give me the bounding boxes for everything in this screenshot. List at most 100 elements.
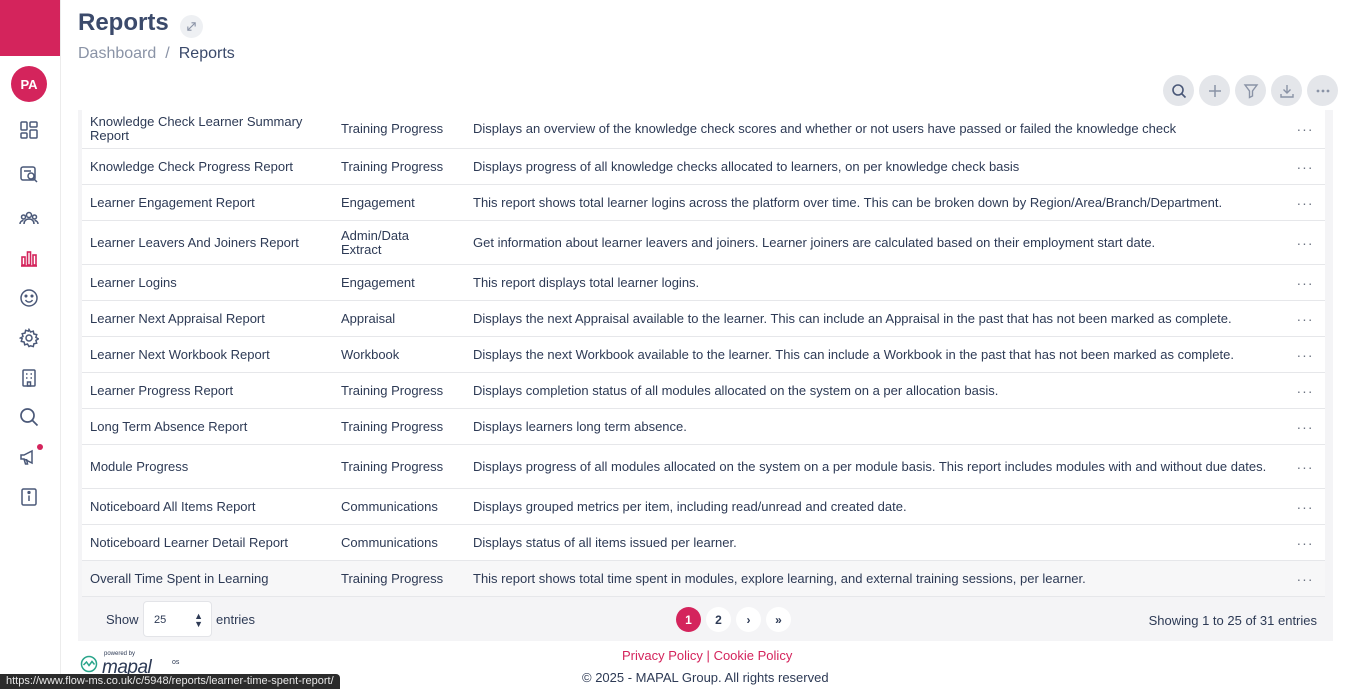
report-name[interactable]: Knowledge Check Learner Summary Report: [82, 115, 341, 143]
report-name[interactable]: Long Term Absence Report: [82, 419, 341, 434]
notification-dot: [37, 444, 43, 450]
more-button[interactable]: [1307, 75, 1338, 106]
add-button[interactable]: [1199, 75, 1230, 106]
announcements-icon[interactable]: [18, 444, 43, 468]
copyright: © 2025 - MAPAL Group. All rights reserve…: [582, 670, 829, 685]
policy-divider: |: [706, 648, 710, 663]
page-size-select[interactable]: 25 ▲ ▼: [143, 601, 212, 637]
row-menu-button[interactable]: ···: [1285, 347, 1325, 363]
avatar[interactable]: PA: [11, 66, 47, 102]
report-category: Engagement: [341, 194, 415, 210]
report-name[interactable]: Learner Progress Report: [82, 383, 341, 398]
row-menu-button[interactable]: ···: [1285, 159, 1325, 175]
report-category: Training Progress: [341, 458, 444, 474]
row-menu-button[interactable]: ···: [1285, 419, 1325, 435]
row-menu-button[interactable]: ···: [1285, 535, 1325, 551]
table-row[interactable]: Learner Progress Report Training Progres…: [82, 373, 1325, 409]
report-category: Workbook: [341, 346, 400, 362]
download-button[interactable]: [1271, 75, 1302, 106]
powered-by-logo[interactable]: powered by mapal os: [80, 651, 190, 678]
report-description: Displays learners long term absence.: [473, 418, 687, 434]
row-menu-button[interactable]: ···: [1285, 121, 1325, 137]
settings-icon[interactable]: [18, 327, 40, 349]
page-title: Reports: [78, 9, 169, 36]
breadcrumb-dashboard[interactable]: Dashboard: [78, 45, 156, 63]
table-row[interactable]: Learner Next Appraisal Report Appraisal …: [82, 301, 1325, 337]
download-icon: [1279, 84, 1294, 98]
report-name[interactable]: Learner Next Appraisal Report: [82, 311, 341, 326]
row-menu-button[interactable]: ···: [1285, 383, 1325, 399]
reports-table: Knowledge Check Learner Summary Report T…: [78, 110, 1333, 641]
report-description: This report displays total learner login…: [473, 274, 700, 290]
brand-suffix: os: [172, 659, 180, 666]
reports-icon[interactable]: [18, 247, 40, 269]
report-name[interactable]: Learner Next Workbook Report: [82, 347, 341, 362]
entries-label: entries: [216, 612, 256, 627]
row-menu-button[interactable]: ···: [1285, 311, 1325, 327]
table-row[interactable]: Learner Logins Engagement This report di…: [82, 265, 1325, 301]
policy-links: Privacy Policy | Cookie Policy: [622, 648, 792, 663]
report-description: Displays progress of all knowledge check…: [473, 158, 1020, 174]
report-name[interactable]: Overall Time Spent in Learning: [82, 571, 341, 586]
report-name[interactable]: Module Progress: [82, 459, 341, 474]
table-row[interactable]: Knowledge Check Progress Report Training…: [82, 149, 1325, 185]
privacy-policy-link[interactable]: Privacy Policy: [622, 648, 703, 663]
page-2-button[interactable]: 2: [706, 607, 731, 632]
row-menu-button[interactable]: ···: [1285, 195, 1325, 211]
report-category: Admin/Data Extract: [341, 227, 409, 257]
row-menu-button[interactable]: ···: [1285, 275, 1325, 291]
report-category: Appraisal: [341, 310, 396, 326]
report-category: Training Progress: [341, 382, 444, 398]
status-bar-url: https://www.flow-ms.co.uk/c/5948/reports…: [0, 674, 340, 689]
search-button[interactable]: [1163, 75, 1194, 106]
table-row[interactable]: Overall Time Spent in Learning Training …: [82, 561, 1325, 597]
info-icon[interactable]: [18, 486, 40, 508]
search-icon[interactable]: [18, 406, 40, 428]
report-name[interactable]: Learner Engagement Report: [82, 195, 341, 210]
expand-button[interactable]: [180, 15, 203, 38]
page-1-button[interactable]: 1: [676, 607, 701, 632]
filter-button[interactable]: [1235, 75, 1266, 106]
table-row[interactable]: Long Term Absence Report Training Progre…: [82, 409, 1325, 445]
report-category: Communications: [341, 534, 438, 550]
report-name[interactable]: Noticeboard All Items Report: [82, 499, 341, 514]
report-category: Training Progress: [341, 158, 444, 174]
users-icon[interactable]: [18, 207, 40, 229]
row-menu-button[interactable]: ···: [1285, 459, 1325, 475]
table-row[interactable]: Noticeboard Learner Detail Report Commun…: [82, 525, 1325, 561]
organisation-icon[interactable]: [18, 367, 40, 389]
row-menu-button[interactable]: ···: [1285, 571, 1325, 587]
cookie-policy-link[interactable]: Cookie Policy: [714, 648, 793, 663]
report-description: Displays completion status of all module…: [473, 382, 999, 398]
toolbar: [1163, 75, 1338, 106]
report-name[interactable]: Learner Leavers And Joiners Report: [82, 235, 341, 250]
report-name[interactable]: Noticeboard Learner Detail Report: [82, 535, 341, 550]
table-row[interactable]: Knowledge Check Learner Summary Report T…: [82, 110, 1325, 149]
table-row[interactable]: Learner Leavers And Joiners Report Admin…: [82, 221, 1325, 265]
pagination: 1 2 › »: [676, 607, 791, 632]
last-page-button[interactable]: »: [766, 607, 791, 632]
report-name[interactable]: Learner Logins: [82, 275, 341, 290]
page-size-value: 25: [154, 614, 167, 626]
report-category: Training Progress: [341, 570, 444, 586]
next-page-button[interactable]: ›: [736, 607, 761, 632]
row-menu-button[interactable]: ···: [1285, 235, 1325, 251]
table-row[interactable]: Module Progress Training Progress Displa…: [82, 445, 1325, 489]
plus-icon: [1208, 84, 1221, 97]
mapal-logo-icon: [80, 655, 98, 673]
report-category: Training Progress: [341, 121, 444, 136]
breadcrumb: Dashboard / Reports: [78, 45, 235, 63]
content-search-icon[interactable]: [18, 163, 40, 185]
row-menu-button[interactable]: ···: [1285, 499, 1325, 515]
report-description: Displays the next Workbook available to …: [473, 346, 1234, 362]
table-row[interactable]: Learner Engagement Report Engagement Thi…: [82, 185, 1325, 221]
table-body: Knowledge Check Learner Summary Report T…: [82, 110, 1325, 597]
breadcrumb-current: Reports: [178, 45, 235, 62]
feedback-icon[interactable]: [18, 287, 40, 309]
report-name[interactable]: Knowledge Check Progress Report: [82, 159, 341, 174]
report-description: Displays an overview of the knowledge ch…: [473, 121, 1177, 136]
table-row[interactable]: Learner Next Workbook Report Workbook Di…: [82, 337, 1325, 373]
dashboard-icon[interactable]: [18, 119, 40, 141]
select-arrows-icon: ▲ ▼: [194, 611, 203, 629]
table-row[interactable]: Noticeboard All Items Report Communicati…: [82, 489, 1325, 525]
